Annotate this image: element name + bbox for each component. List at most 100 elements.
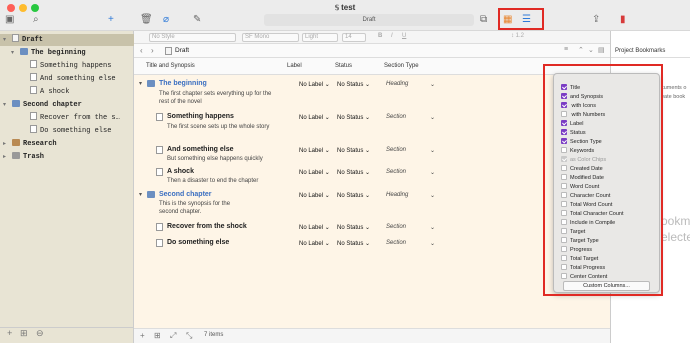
section-type-select[interactable]: Heading ⌄ [386,81,435,88]
section-type-value: Section [386,169,407,175]
status-select[interactable]: No Status ⌄ [337,192,370,199]
underline-button[interactable]: U [402,33,406,39]
search-icon[interactable]: ⌕ [33,14,39,26]
status-select[interactable]: No Status ⌄ [337,224,370,231]
bold-button[interactable]: B [378,33,382,39]
expand-icon[interactable]: ⤢ [170,331,176,341]
status-select[interactable]: No Status ⌄ [337,114,370,121]
split-icon[interactable]: ▤ [598,46,605,54]
section-type-value: Section [386,240,407,246]
binder-item-label: Draft [22,36,44,44]
section-type-select[interactable]: Section ⌄ [386,224,435,231]
row-title: Something happens [167,113,234,120]
link-icon[interactable]: ⌀ [163,14,169,26]
expand-arrow-icon[interactable]: ▾ [3,99,12,111]
bookmark-icon[interactable]: ▮ [620,14,626,26]
add-folder-icon[interactable]: ⊞ [20,329,28,339]
trash-icon[interactable]: 🗑 [140,14,153,26]
label-select[interactable]: No Label ⌄ [299,192,330,199]
column-label[interactable]: Label [287,63,302,69]
expand-arrow-icon[interactable]: ▾ [3,34,12,46]
binder-item-draft[interactable]: ▾ Draft [0,34,134,46]
add-icon[interactable]: + [140,331,145,340]
binder-item-label: Research [23,140,57,148]
status-select[interactable]: No Status ⌄ [337,147,370,154]
label-select[interactable]: No Label ⌄ [299,224,330,231]
label-value: No Label [299,82,324,88]
status-select[interactable]: No Status ⌄ [337,240,370,247]
collapse-icon[interactable]: ⤡ [186,331,192,341]
italic-button[interactable]: I [391,33,393,39]
section-type-select[interactable]: Section ⌄ [386,169,435,176]
label-value: No Label [299,148,324,154]
settings-icon[interactable]: ⊖ [36,329,44,339]
section-type-select[interactable]: Heading ⌄ [386,192,435,199]
binder-item-the-beginning[interactable]: ▾ The beginning [0,47,134,59]
edit-icon[interactable]: ✎ [193,14,201,26]
binder-item-and-something-else[interactable]: And something else [0,73,134,85]
binder-item-a-shock[interactable]: A shock [0,86,134,98]
weight-select[interactable]: Light [302,33,338,42]
research-folder-icon [12,139,20,146]
path-crumb[interactable]: Draft [175,47,189,54]
section-type-select[interactable]: Section ⌄ [386,147,435,154]
expand-arrow-icon[interactable]: ▾ [139,191,142,198]
binder-item-recover[interactable]: Recover from the s… [0,112,134,124]
row-title: Second chapter [159,191,212,198]
section-type-value: Section [386,224,407,230]
font-select[interactable]: SF Mono [242,33,299,42]
binder-item-label: And something else [40,75,116,83]
binder-item-trash[interactable]: ▸ Trash [0,151,134,163]
section-type-value: Heading [386,192,409,198]
expand-arrow-icon[interactable]: ▾ [11,47,20,59]
inspector-text-1: cuments o [661,85,687,91]
expand-arrow-icon[interactable]: ▾ [139,80,142,87]
add-folder-icon[interactable]: ⊞ [154,331,161,340]
binder-item-research[interactable]: ▸ Research [0,138,134,150]
draft-icon [12,34,19,42]
status-value: No Status [337,193,364,199]
binder-item-label: A shock [40,88,70,96]
label-select[interactable]: No Label ⌄ [299,169,330,176]
status-value: No Status [337,148,364,154]
column-status[interactable]: Status [335,63,352,69]
row-title: A shock [167,168,194,175]
style-select[interactable]: No Style [149,33,236,42]
binder-item-something-happens[interactable]: Something happens [0,60,134,72]
line-spacing-select[interactable]: ↕ 1.2 [511,33,524,39]
up-arrow-icon[interactable]: ⌃ [578,46,584,54]
forward-arrow-icon[interactable]: › [151,46,154,55]
label-select[interactable]: No Label ⌄ [299,240,330,247]
section-type-select[interactable]: Section ⌄ [386,114,435,121]
menu-icon[interactable]: ≡ [564,46,568,53]
label-select[interactable]: No Label ⌄ [299,147,330,154]
window-title: 𝕊 test [334,3,356,12]
column-section-type[interactable]: Section Type [384,63,419,69]
share-icon[interactable]: ⇪ [592,14,600,26]
split-view-icon[interactable]: ⧉ [480,14,487,26]
document-icon [30,112,37,120]
inspector-placeholder-1: ookm [661,214,690,228]
status-select[interactable]: No Status ⌄ [337,81,370,88]
add-item-button[interactable]: + [108,14,114,26]
size-select[interactable]: 14 [342,33,366,42]
binder-toggle-icon[interactable]: ▣ [5,14,14,26]
binder-item-second-chapter[interactable]: ▾ Second chapter [0,99,134,111]
column-title[interactable]: Title and Synopsis [146,63,195,69]
expand-arrow-icon[interactable]: ▸ [3,151,12,163]
outliner-body: ▾ The beginning The first chapter sets e… [134,75,610,328]
down-arrow-icon[interactable]: ⌄ [588,46,594,54]
binder-item-do-something-else[interactable]: Do something else [0,125,134,137]
section-type-value: Heading [386,81,409,87]
inspector-placeholder-2: electe [661,230,690,244]
document-icon [156,239,163,247]
label-select[interactable]: No Label ⌄ [299,81,330,88]
document-icon [156,146,163,154]
add-icon[interactable]: + [7,329,12,339]
back-arrow-icon[interactable]: ‹ [140,46,143,55]
label-select[interactable]: No Label ⌄ [299,114,330,121]
draft-icon [165,47,172,55]
expand-arrow-icon[interactable]: ▸ [3,138,12,150]
status-select[interactable]: No Status ⌄ [337,169,370,176]
section-type-select[interactable]: Section ⌄ [386,240,435,247]
